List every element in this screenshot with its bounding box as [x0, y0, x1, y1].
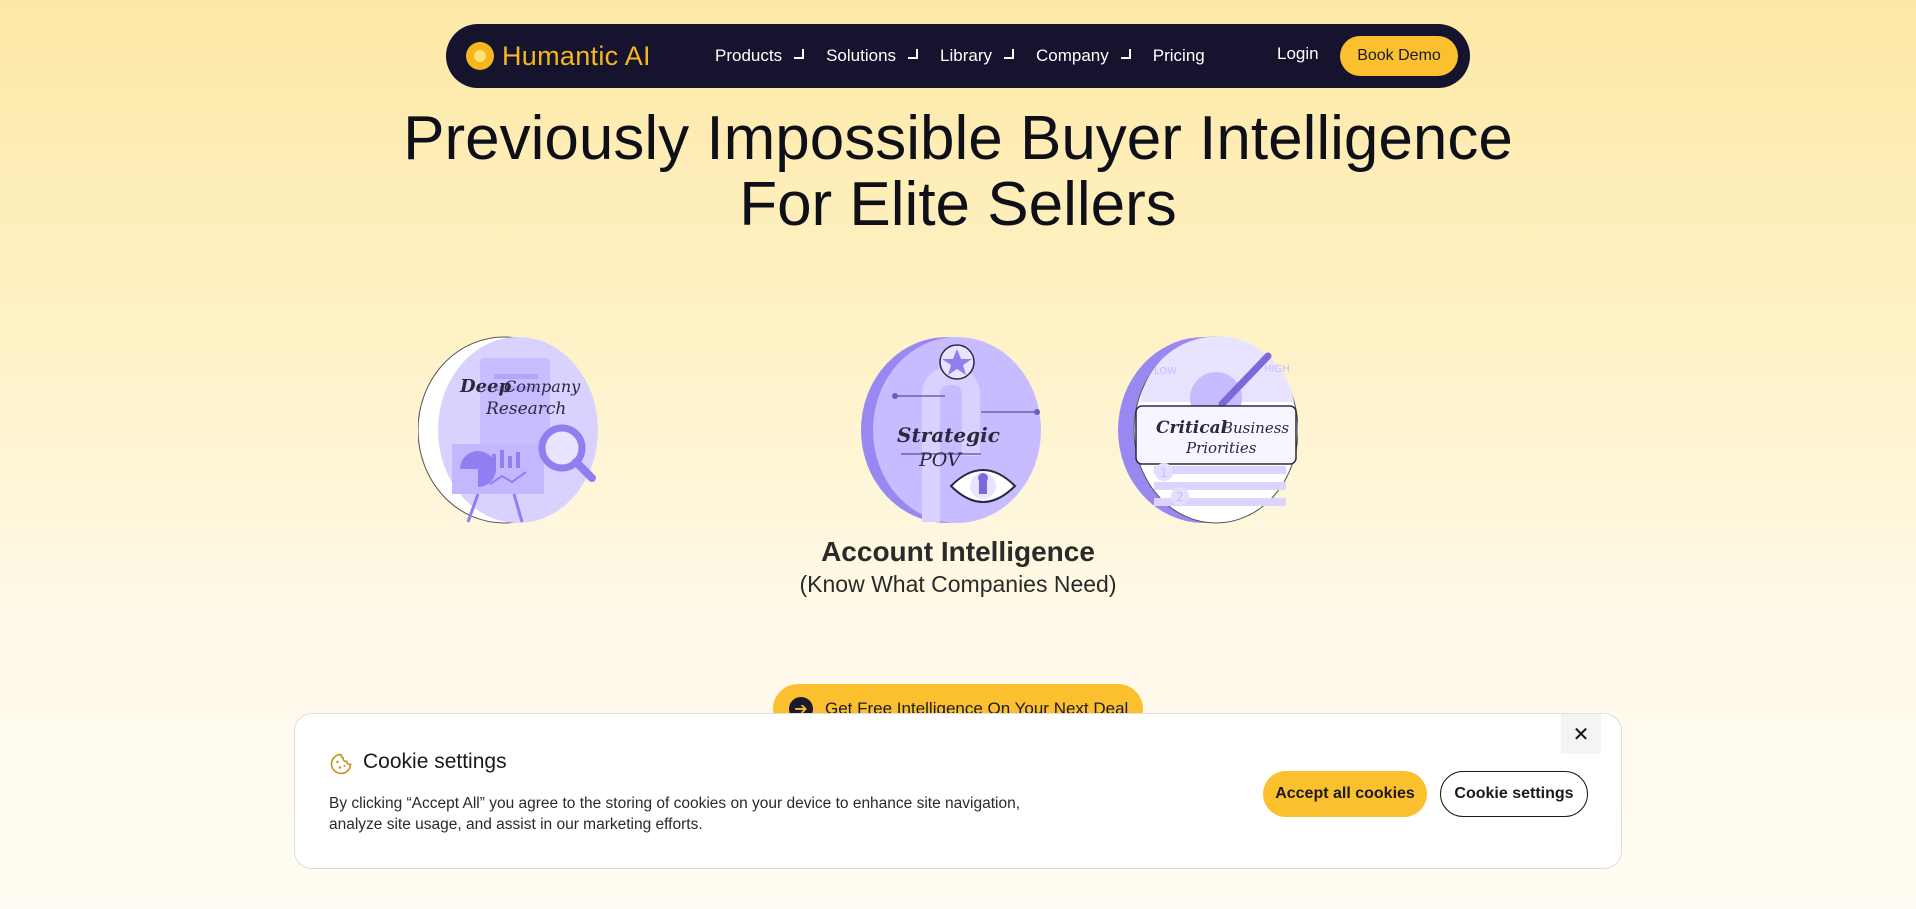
cookie-title: Cookie settings: [363, 750, 507, 773]
priority-number: 2: [1176, 490, 1184, 504]
login-link[interactable]: Login: [1277, 44, 1319, 64]
cookie-icon: [330, 753, 352, 775]
hero-title-line-2: For Elite Sellers: [739, 170, 1177, 239]
coin-label-word: Priorities: [1185, 439, 1257, 457]
hero-title-line-1: Previously Impossible Buyer Intelligence: [403, 104, 1513, 173]
nav-item-label: Company: [1036, 46, 1109, 65]
coin-label-word: Company: [504, 377, 581, 396]
cookie-banner: Cookie settings By clicking “Accept All”…: [294, 713, 1622, 869]
chevron-down-icon: [1004, 48, 1014, 59]
chevron-down-icon: [908, 48, 919, 59]
coin-label-word: Strategic: [897, 423, 1000, 447]
strategy-coin-icon: Strategic POV: [861, 337, 1041, 523]
cookie-settings-button[interactable]: Cookie settings: [1440, 771, 1588, 817]
nav-item-label: Pricing: [1152, 46, 1205, 65]
coin-label-word: Business: [1221, 419, 1289, 437]
chevron-down-icon: [794, 48, 805, 59]
hero-title: Previously Impossible Buyer Intelligence…: [0, 106, 1916, 238]
nav-item-label: Solutions: [826, 46, 897, 65]
brand-name: Humantic AI: [502, 40, 651, 71]
logo-mark-icon: [466, 42, 494, 70]
cookie-description: By clicking “Accept All” you agree to th…: [329, 795, 1020, 833]
nav-item-products[interactable]: Products: [715, 46, 805, 66]
brand-logo[interactable]: Humantic AI: [466, 41, 651, 71]
nav-item-label: Products: [715, 46, 783, 65]
accept-all-cookies-button[interactable]: Accept all cookies: [1263, 771, 1427, 817]
nav-item-company[interactable]: Company: [1036, 46, 1131, 66]
gauge-low-label: LOW: [1154, 366, 1177, 377]
research-coin-icon: Deep Company Research: [418, 336, 598, 524]
priorities-coin-icon: LOW HIGH 1 2 Critical Business Prioritie…: [1118, 336, 1298, 524]
coin-critical-business-priorities[interactable]: LOW HIGH 1 2 Critical Business Prioritie…: [1118, 336, 1298, 524]
coin-strategic-pov[interactable]: Strategic POV: [861, 336, 1041, 524]
coin-deep-company-research[interactable]: Deep Company Research: [418, 336, 598, 524]
section-subtitle: (Know What Companies Need): [799, 571, 1117, 597]
nav-item-solutions[interactable]: Solutions: [826, 46, 919, 66]
coin-label-word: Critical: [1156, 418, 1228, 438]
nav-item-pricing[interactable]: Pricing: [1153, 46, 1205, 66]
priority-number: 1: [1160, 466, 1168, 480]
nav-item-label: Library: [940, 46, 992, 65]
nav-menu: Products Solutions Library Company Prici…: [715, 24, 1227, 88]
close-icon[interactable]: ✕: [1561, 714, 1601, 754]
section-title: Account Intelligence: [821, 536, 1095, 567]
gauge-high-label: HIGH: [1264, 364, 1290, 375]
nav-item-library[interactable]: Library: [940, 46, 1014, 66]
coin-label-word: Research: [485, 399, 566, 419]
chevron-down-icon: [1120, 48, 1131, 59]
top-navbar: Humantic AI Products Solutions Library C…: [446, 24, 1470, 88]
coin-label-word: POV: [918, 449, 963, 471]
book-demo-button[interactable]: Book Demo: [1340, 36, 1458, 76]
